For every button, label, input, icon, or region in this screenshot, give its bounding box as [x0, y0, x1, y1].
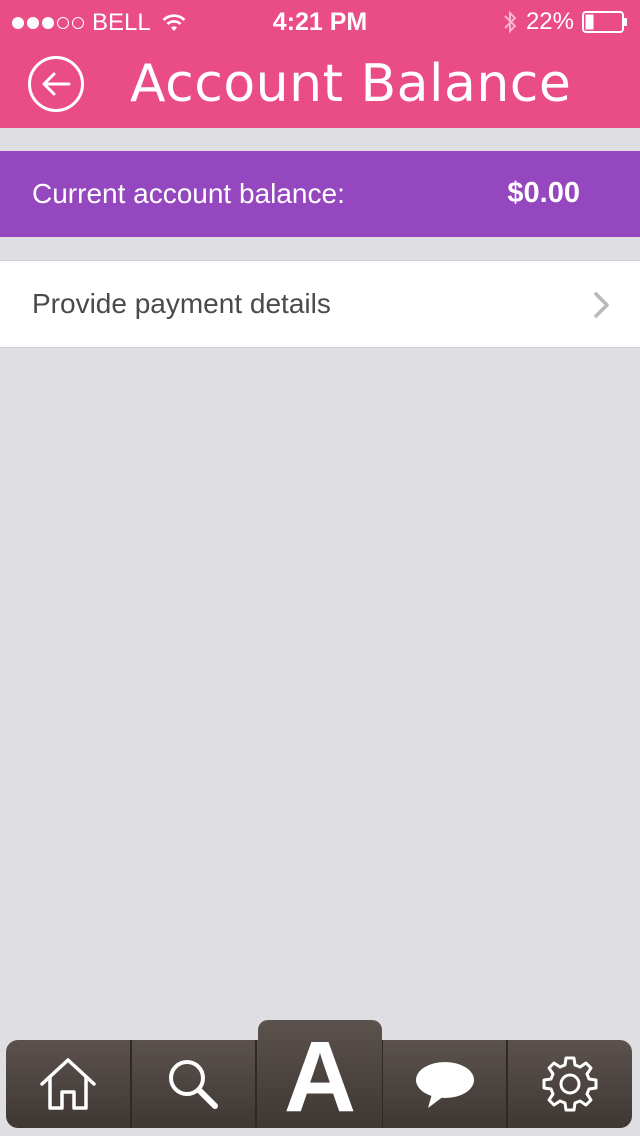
- balance-banner: Current account balance: $0.00: [0, 151, 640, 237]
- tab-home[interactable]: [6, 1040, 132, 1128]
- tab-search[interactable]: [132, 1040, 258, 1128]
- header: BELL 4:21 PM 22% Account Balance: [0, 0, 640, 128]
- balance-value: $0.00: [507, 177, 580, 209]
- back-button[interactable]: [28, 56, 84, 112]
- page-title: Account Balance: [130, 54, 572, 114]
- tab-app-center[interactable]: A: [258, 1020, 382, 1128]
- app-logo: A: [283, 1021, 357, 1133]
- navigation-bar: Account Balance: [0, 44, 640, 128]
- home-icon: [40, 1058, 96, 1110]
- battery-percent: 22%: [525, 8, 574, 35]
- balance-label: Current account balance:: [32, 178, 345, 209]
- bluetooth-icon: [504, 10, 517, 34]
- gear-icon: [542, 1056, 598, 1112]
- status-right: 22%: [502, 8, 628, 36]
- payment-details-label: Provide payment details: [32, 288, 331, 319]
- tab-settings[interactable]: [508, 1040, 632, 1128]
- battery-icon: [582, 11, 627, 33]
- chat-bubble-icon: [415, 1062, 474, 1108]
- chevron-right-icon: [594, 292, 609, 318]
- provide-payment-details-row[interactable]: Provide payment details: [0, 260, 640, 348]
- back-arrow-icon: [42, 72, 71, 96]
- account-balance-screen: BELL 4:21 PM 22% Account Balance Current…: [0, 0, 640, 1136]
- tab-messages[interactable]: [383, 1040, 509, 1128]
- search-icon: [169, 1060, 219, 1109]
- status-bar: BELL 4:21 PM 22%: [0, 0, 640, 44]
